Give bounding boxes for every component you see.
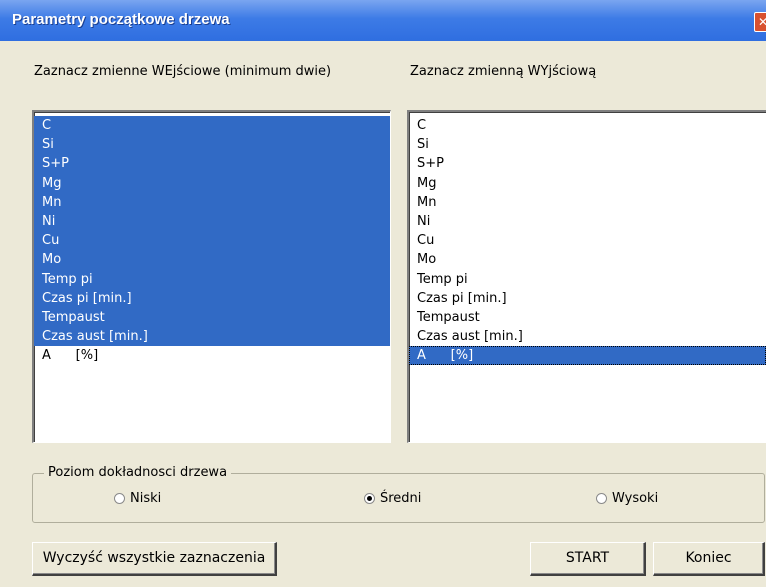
input-variable-item[interactable]: Si [34,135,390,155]
output-variable-item[interactable]: Mo [409,250,766,269]
radio-niski-label: Niski [130,491,162,506]
input-variable-item[interactable]: Tempaust [34,307,390,328]
input-variable-item[interactable]: Mo [34,250,390,270]
output-variable-item[interactable]: A [%] [409,346,766,366]
radio-wysoki[interactable]: Wysoki [596,491,658,506]
clear-selection-button[interactable]: Wyczyść wszystkie zaznaczenia [32,542,277,576]
input-variable-item[interactable]: Ni [34,211,390,232]
input-variable-item[interactable]: A [%] [34,346,390,365]
end-button[interactable]: Koniec [653,542,765,576]
output-variable-item[interactable]: Mn [409,193,766,212]
input-list-label: Zaznacz zmienne WEjściowe (minimum dwie) [34,64,332,79]
radio-wysoki-circle [596,493,607,504]
output-variable-item[interactable]: Czas aust [min.] [409,327,766,346]
output-list-label: Zaznacz zmienną WYjściową [410,64,597,79]
radio-niski-circle [114,493,125,504]
output-variable-item[interactable]: Cu [409,231,766,250]
input-variable-item[interactable]: Cu [34,231,390,251]
window-title: Parametry początkowe drzewa [12,11,230,28]
input-variable-item[interactable]: Temp pi [34,269,390,289]
output-variable-item[interactable]: C [409,116,766,135]
title-bar[interactable]: Parametry początkowe drzewa ✕ [0,0,766,41]
output-variable-listbox[interactable]: C Si S+P Mg Mn Ni Cu Mo Temp pi Czas pi [min.] Tem… [407,110,766,443]
input-variables-list: C Si S+P Mg Mn Ni Cu Mo Temp pi Czas pi [min.] Tem… [34,112,390,365]
radio-sredni-label: Średni [380,491,422,506]
input-variable-item[interactable]: Czas aust [min.] [34,327,390,347]
radio-wysoki-label: Wysoki [612,491,659,506]
input-variable-item[interactable]: Mn [34,192,390,212]
input-variables-listbox[interactable]: C Si S+P Mg Mn Ni Cu Mo Temp pi Czas pi [min.] Tem… [32,110,391,443]
output-variable-item[interactable]: Si [409,135,766,154]
start-button[interactable]: START [530,542,646,576]
close-icon[interactable]: ✕ [754,12,766,32]
accuracy-group-label: Poziom dokładnosci drzewa [44,465,232,480]
radio-sredni[interactable]: Średni [364,491,421,506]
output-variable-item[interactable]: Ni [409,212,766,231]
input-variable-item[interactable]: Czas pi [min.] [34,288,390,308]
radio-sredni-circle [364,493,375,504]
output-variable-item[interactable]: S+P [409,154,766,173]
output-variables-list: C Si S+P Mg Mn Ni Cu Mo Temp pi Czas pi [min.] Tem… [409,112,766,366]
radio-niski[interactable]: Niski [114,491,161,506]
input-variable-item[interactable]: C [34,116,390,136]
output-variable-item[interactable]: Temp pi [409,270,766,289]
output-variable-item[interactable]: Mg [409,174,766,193]
input-variable-item[interactable]: S+P [34,154,390,174]
output-variable-item[interactable]: Czas pi [min.] [409,289,766,308]
input-variable-item[interactable]: Mg [34,173,390,193]
output-variable-item[interactable]: Tempaust [409,308,766,327]
